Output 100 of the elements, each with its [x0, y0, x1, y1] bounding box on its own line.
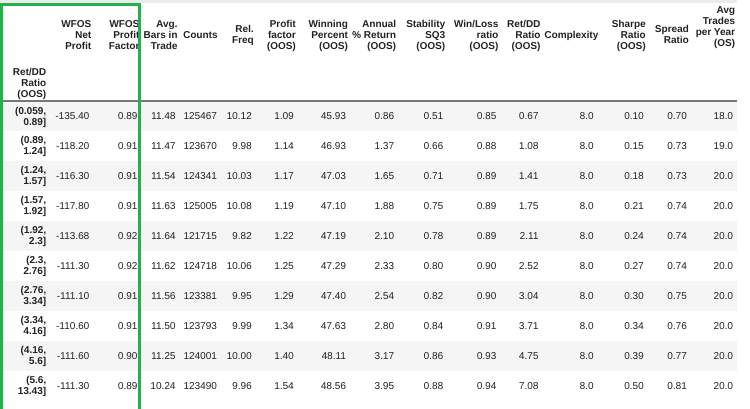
table-cell: 0.30 [624, 290, 644, 302]
table-cell: 11.64 [151, 230, 176, 242]
table-cell: 11.63 [151, 200, 176, 212]
table-cell: 0.24 [624, 230, 644, 242]
column-header: Annual % Return (OOS) [352, 18, 396, 52]
table-cell: 8.0 [580, 111, 594, 122]
table-cell: 8.0 [580, 200, 594, 212]
table-cell: 0.78 [424, 230, 444, 242]
table-cell: 0.90 [476, 260, 496, 272]
table-cell: 10.03 [226, 170, 252, 182]
table-cell: -117.80 [56, 200, 90, 212]
table-cell: 10.00 [226, 350, 252, 362]
column-header: Complexity [544, 30, 598, 40]
table-cell: 2.10 [374, 230, 394, 242]
table-cell: -113.68 [56, 230, 90, 242]
table-cell: 8.0 [580, 140, 594, 152]
table-cell: 0.85 [476, 111, 496, 122]
table-cell: 1.22 [274, 230, 294, 242]
table-cell: 19.0 [714, 140, 733, 152]
table-cell: 0.74 [667, 200, 687, 212]
table-cell: 0.89 [476, 230, 496, 242]
table-cell: 8.0 [580, 320, 594, 332]
table-cell: 2.11 [520, 230, 538, 242]
table-cell: 0.90 [118, 350, 138, 362]
table-cell: 124001 [183, 350, 217, 362]
table-cell: 123490 [183, 380, 217, 392]
table-cell: 0.75 [667, 290, 687, 302]
table-cell: 0.91 [118, 140, 138, 152]
table-cell: 11.47 [151, 140, 176, 152]
table-cell: 0.15 [624, 140, 644, 152]
table-cell: 9.98 [232, 140, 252, 152]
row-header: (0.059, 0.89] [14, 106, 46, 128]
table-cell: 0.18 [624, 170, 644, 182]
table-cell: 18.0 [714, 111, 733, 122]
table-cell: 1.40 [274, 350, 294, 362]
table-cell: 0.91 [118, 320, 138, 332]
column-header: Ret/DD Ratio (OOS) [507, 18, 540, 52]
table-cell: 48.56 [320, 380, 346, 392]
table-cell: 9.96 [232, 380, 252, 392]
table-cell: -135.40 [55, 111, 90, 122]
table-cell: 8.0 [580, 290, 594, 302]
table-cell: 11.54 [151, 170, 176, 182]
table-cell: 10.08 [226, 200, 252, 212]
table-cell: 10.24 [150, 380, 176, 392]
table-cell: 3.04 [518, 290, 538, 302]
table-cell: 2.52 [518, 260, 538, 272]
table-cell: 10.12 [226, 111, 252, 122]
table-cell: 1.19 [274, 200, 294, 212]
row-header: (4.16, 5.6] [20, 345, 46, 367]
table-cell: 1.65 [374, 170, 394, 182]
table-cell: 124341 [183, 170, 217, 182]
column-header: Sharpe Ratio (OOS) [612, 18, 646, 52]
table-cell: 0.90 [476, 290, 496, 302]
table-cell: 1.25 [274, 260, 294, 272]
table-cell: 0.73 [667, 140, 687, 152]
table-cell: 125005 [183, 200, 217, 212]
column-header: Avg Trades per Year (OS) [696, 5, 735, 49]
table-cell: 1.75 [518, 200, 538, 212]
table-cell: 0.81 [667, 380, 687, 392]
table-cell: 45.93 [320, 111, 346, 122]
table-cell: 20.0 [714, 170, 733, 182]
table-cell: 0.91 [118, 290, 138, 302]
table-cell: 4.75 [518, 350, 538, 362]
table-cell: -118.20 [56, 140, 90, 152]
row-header: (3.34, 4.16] [20, 315, 46, 337]
table-cell: 0.50 [624, 380, 644, 392]
table-cell: 124718 [183, 260, 217, 272]
table-cell: -110.60 [56, 320, 90, 332]
column-header: Spread Ratio [654, 24, 689, 46]
table-cell: 1.37 [374, 140, 394, 152]
table-cell: 3.95 [374, 380, 394, 392]
table-cell: 9.95 [232, 290, 252, 302]
table-cell: 0.51 [424, 111, 444, 122]
index-header: Ret/DD Ratio (OOS) [12, 67, 46, 100]
table-cell: 1.34 [274, 320, 294, 332]
table-cell: -116.30 [56, 170, 90, 182]
table-cell: 47.19 [320, 230, 346, 242]
table-cell: 0.91 [476, 320, 496, 332]
table-cell: 20.0 [714, 260, 733, 272]
table-cell: 0.77 [667, 350, 687, 362]
table-cell: 11.48 [151, 111, 176, 122]
table-cell: 3.17 [374, 350, 394, 362]
table-cell: 8.0 [580, 380, 594, 392]
table-cell: 20.0 [714, 350, 733, 362]
table-cell: 8.0 [580, 170, 594, 182]
table-cell: 20.0 [714, 230, 733, 242]
table-cell: 0.84 [424, 320, 444, 332]
table-cell: 0.74 [667, 260, 687, 272]
column-header: Stability SQ3 (OOS) [406, 18, 446, 52]
table-cell: 0.91 [118, 170, 138, 182]
column-header: Rel. Freq [232, 24, 254, 46]
table-cell: 121715 [183, 230, 217, 242]
table-cell: 2.80 [374, 320, 394, 332]
table-cell: 20.0 [714, 320, 733, 332]
table-cell: 20.0 [714, 200, 733, 212]
column-header: Counts [183, 30, 218, 40]
table-cell: 0.10 [624, 111, 644, 122]
column-header: Avg. Bars in Trade [144, 18, 178, 52]
table-cell: 0.67 [518, 111, 538, 122]
table-cell: 0.88 [424, 380, 444, 392]
